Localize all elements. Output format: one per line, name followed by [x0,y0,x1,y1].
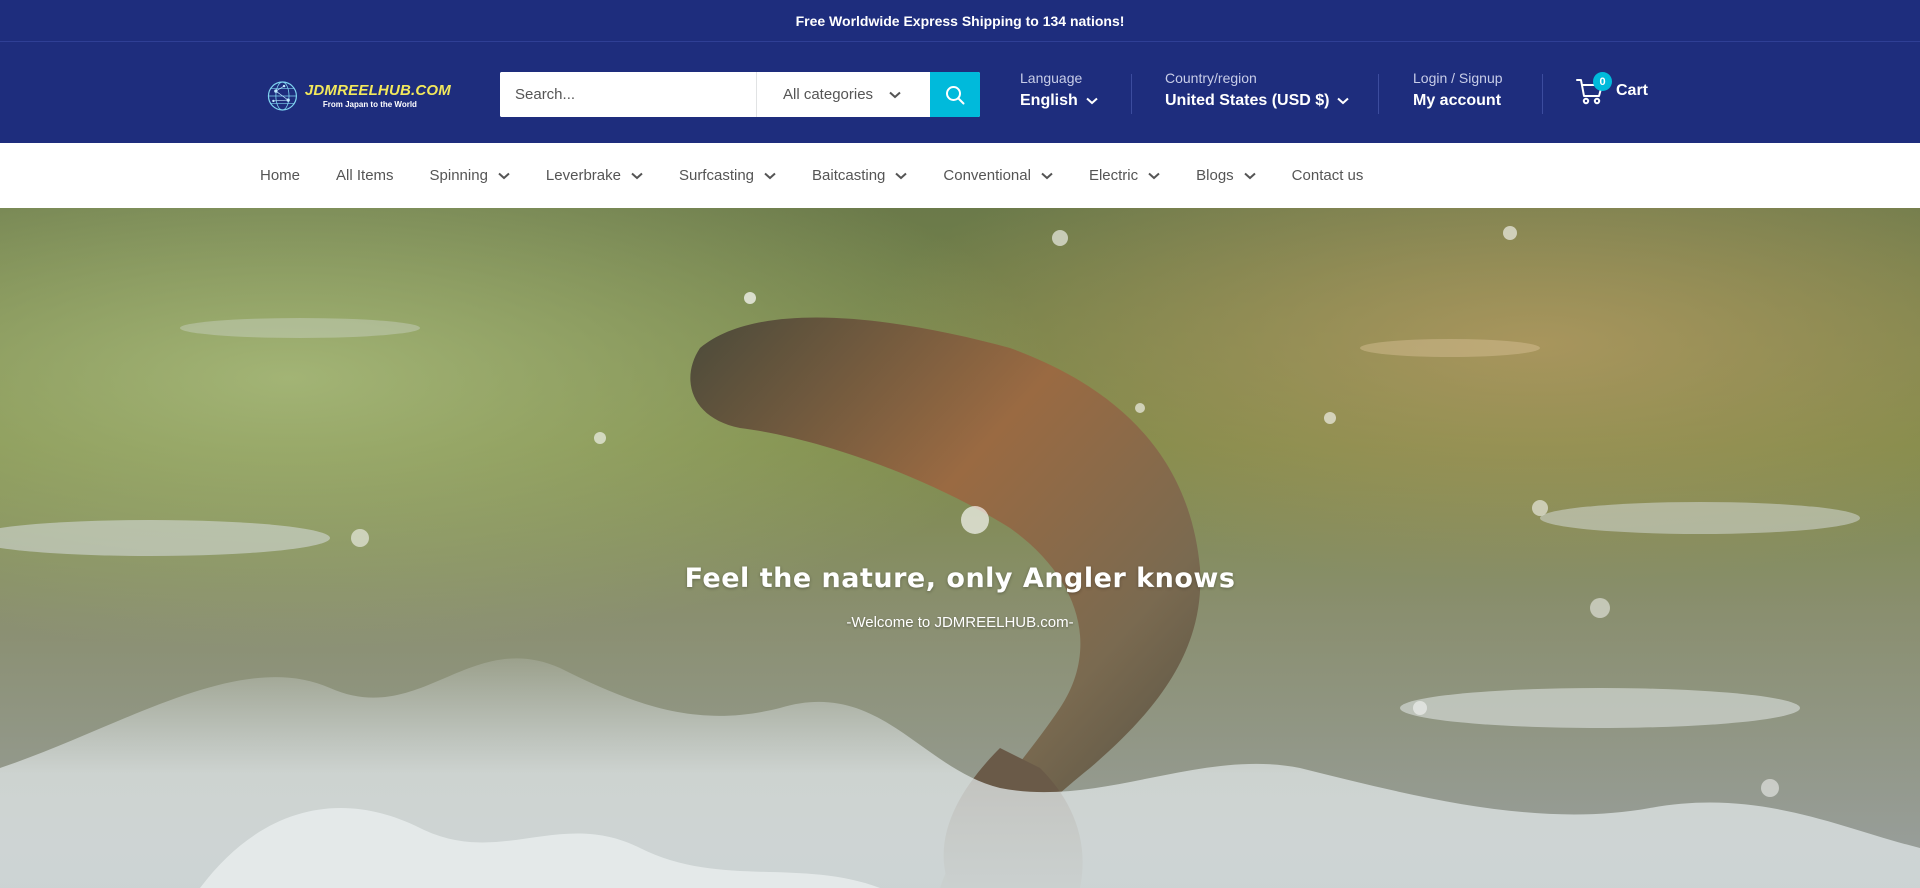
site-logo[interactable]: JDMREELHUB.COM From Japan to the World [266,74,451,118]
country-value: United States (USD $) [1165,92,1330,109]
nav-item-label: Conventional [943,167,1031,184]
chevron-down-icon [895,172,908,179]
account-link[interactable]: Login / Signup My account [1413,70,1503,110]
chevron-down-icon [631,172,643,179]
nav-item-label: Leverbrake [545,167,621,184]
language-label: Language [1020,70,1083,86]
nav-item-all-items[interactable]: All Items [336,167,394,184]
nav-item-spinning[interactable]: Spinning [430,167,510,184]
nav-item-label: Baitcasting [812,167,886,184]
chevron-down-icon [1244,172,1256,179]
chevron-down-icon [1086,97,1098,105]
main-nav: Home All Items Spinning Leverbrake Surfc… [0,143,1920,208]
nav-item-label: Blogs [1196,167,1234,184]
chevron-down-icon [498,172,510,179]
logo-text: JDMREELHUB.COM From Japan to the World [305,83,451,109]
header-divider [1378,74,1379,114]
search-button[interactable] [930,72,980,117]
globe-logo-icon [267,81,298,111]
cart-button[interactable]: 0 Cart [1576,72,1649,106]
nav-item-baitcasting[interactable]: Baitcasting [812,167,908,184]
search-bar: All categories [500,72,980,117]
login-signup-label: Login / Signup [1413,70,1503,86]
nav-item-home[interactable]: Home [260,167,300,184]
country-selector[interactable]: Country/region United States (USD $) [1165,70,1350,110]
my-account-label: My account [1413,92,1502,109]
logo-tagline: From Japan to the World [322,100,417,109]
search-input[interactable] [500,72,756,117]
hero-subtitle: -Welcome to JDMREELHUB.com- [846,614,1074,631]
cart-count-badge: 0 [1593,72,1612,91]
search-icon [946,85,965,104]
country-label: Country/region [1165,70,1257,86]
nav-item-surfcasting[interactable]: Surfcasting [679,167,776,184]
header-divider [1542,74,1543,114]
cart-icon-wrap: 0 [1576,72,1612,106]
header-divider [1131,74,1132,114]
category-select-label: All categories [783,86,874,103]
hero-image [0,208,1920,888]
logo-title: JDMREELHUB.COM [304,82,451,99]
chevron-down-icon [764,172,776,179]
nav-item-label: Spinning [429,167,488,184]
nav-item-label: All Items [336,167,394,184]
nav-item-label: Electric [1088,167,1139,184]
chevron-down-icon [1337,97,1350,105]
nav-item-label: Contact us [1291,167,1364,184]
announcement-text: Free Worldwide Express Shipping to 134 n… [795,12,1125,29]
hero-title: Feel the nature, only Angler knows [684,563,1236,594]
nav-item-electric[interactable]: Electric [1089,167,1160,184]
language-value: English [1020,92,1078,109]
announcement-bar: Free Worldwide Express Shipping to 134 n… [0,0,1920,42]
language-selector[interactable]: Language English [1020,70,1098,110]
hero-banner[interactable]: Feel the nature, only Angler knows -Welc… [0,208,1920,888]
nav-item-blogs[interactable]: Blogs [1196,167,1256,184]
nav-item-leverbrake[interactable]: Leverbrake [546,167,643,184]
nav-item-contact-us[interactable]: Contact us [1292,167,1364,184]
chevron-down-icon [889,91,901,98]
chevron-down-icon [1041,172,1053,179]
category-select[interactable]: All categories [756,72,930,117]
cart-label: Cart [1616,82,1649,99]
chevron-down-icon [1148,172,1160,179]
nav-item-label: Home [260,167,301,184]
nav-item-conventional[interactable]: Conventional [943,167,1053,184]
nav-item-label: Surfcasting [678,167,755,184]
